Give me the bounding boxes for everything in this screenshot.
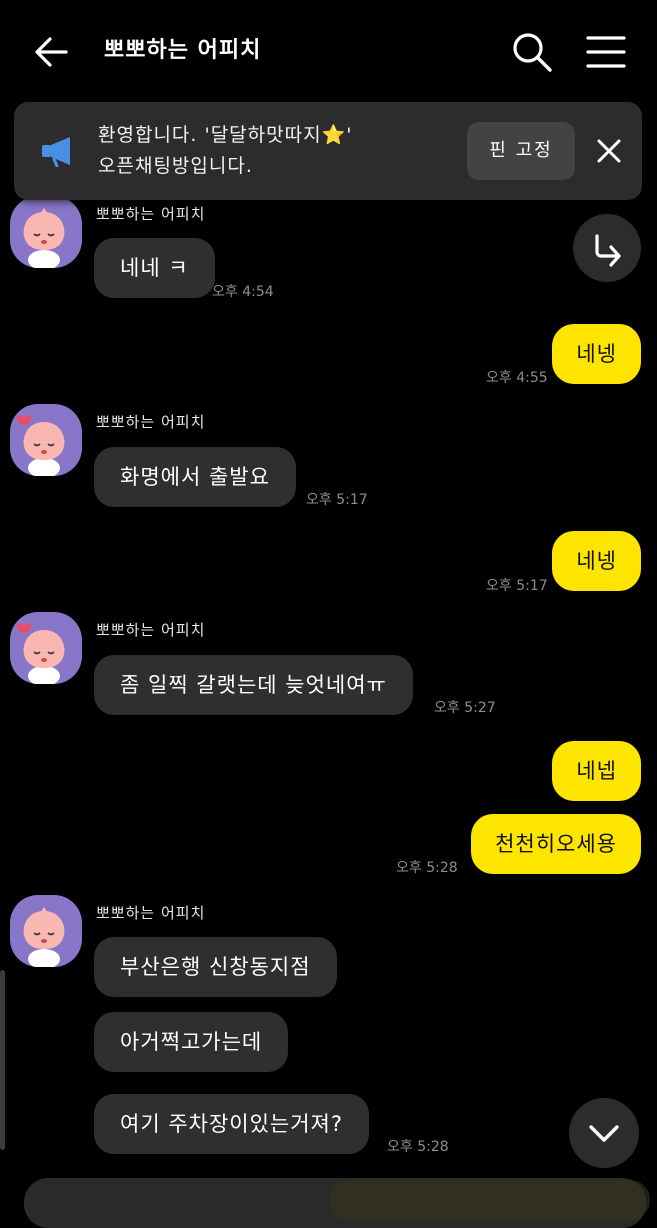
notice-line2: 오픈채팅방입니다. [98,155,253,177]
message-bubble[interactable]: 네네 ㅋ [94,238,215,298]
apeach-avatar-icon [23,907,65,967]
my-message-bubble[interactable]: 네넵 [552,741,641,801]
chat-header: 뽀뽀하는 어피치 [0,0,657,100]
megaphone-icon [42,137,70,167]
share-button[interactable] [573,214,641,282]
share-arrow-icon [595,234,621,267]
chevron-down-icon [589,1125,619,1142]
back-button[interactable] [30,30,74,74]
chat-title: 뽀뽀하는 어피치 [104,38,262,63]
avatar[interactable] [10,196,82,268]
close-icon [597,139,621,163]
scrollbar[interactable] [0,970,5,1150]
menu-button[interactable] [584,30,628,74]
notice-banner[interactable]: 환영합니다. '달달하맛따지⭐' 오픈채팅방입니다. 핀 고정 [14,102,642,200]
input-accent [330,1180,650,1220]
message-bubble[interactable]: 아거쩍고가는데 [94,1012,289,1072]
message-bubble[interactable]: 여기 주차장이있는거져? [94,1094,370,1154]
notice-text: 환영합니다. '달달하맛따지⭐' 오픈채팅방입니다. [98,120,468,182]
apeach-avatar-icon [16,415,65,476]
my-message-bubble[interactable]: 천천히오세용 [471,814,641,874]
search-icon [513,33,552,72]
menu-icon [586,36,626,68]
star-emoji: ⭐ [321,124,347,146]
notice-line1: 환영합니다. '달달하맛따지 [98,124,322,146]
message-time: 오후 5:28 [396,860,458,876]
search-button[interactable] [510,30,554,74]
message-bubble[interactable]: 좀 일찍 갈랫는데 늦엇네여ㅠ [94,655,413,715]
sender-name: 뽀뽀하는 어피치 [96,413,206,431]
message-time: 오후 5:17 [306,492,368,508]
pin-button[interactable]: 핀 고정 [467,122,575,180]
close-notice-button[interactable] [594,136,624,166]
my-message-bubble[interactable]: 네넹 [552,324,641,384]
apeach-avatar-icon [16,623,65,684]
sender-name: 뽀뽀하는 어피치 [96,904,206,922]
back-arrow-icon [35,37,68,67]
avatar[interactable] [10,612,82,684]
apeach-avatar-icon [23,208,65,268]
message-bubble[interactable]: 부산은행 신창동지점 [94,937,337,997]
scroll-down-button[interactable] [569,1098,639,1168]
message-time: 오후 5:28 [387,1139,449,1155]
notice-line1-end: ' [346,124,353,146]
sender-name: 뽀뽀하는 어피치 [96,621,206,639]
my-message-bubble[interactable]: 네넹 [552,531,641,591]
sender-name: 뽀뽀하는 어피치 [96,205,206,223]
message-bubble[interactable]: 화명에서 출발요 [94,447,296,507]
message-time: 오후 4:55 [486,370,548,386]
message-time: 오후 5:17 [486,578,548,594]
avatar[interactable] [10,404,82,476]
avatar[interactable] [10,895,82,967]
message-time: 오후 4:54 [212,284,274,300]
message-time: 오후 5:27 [434,700,496,716]
